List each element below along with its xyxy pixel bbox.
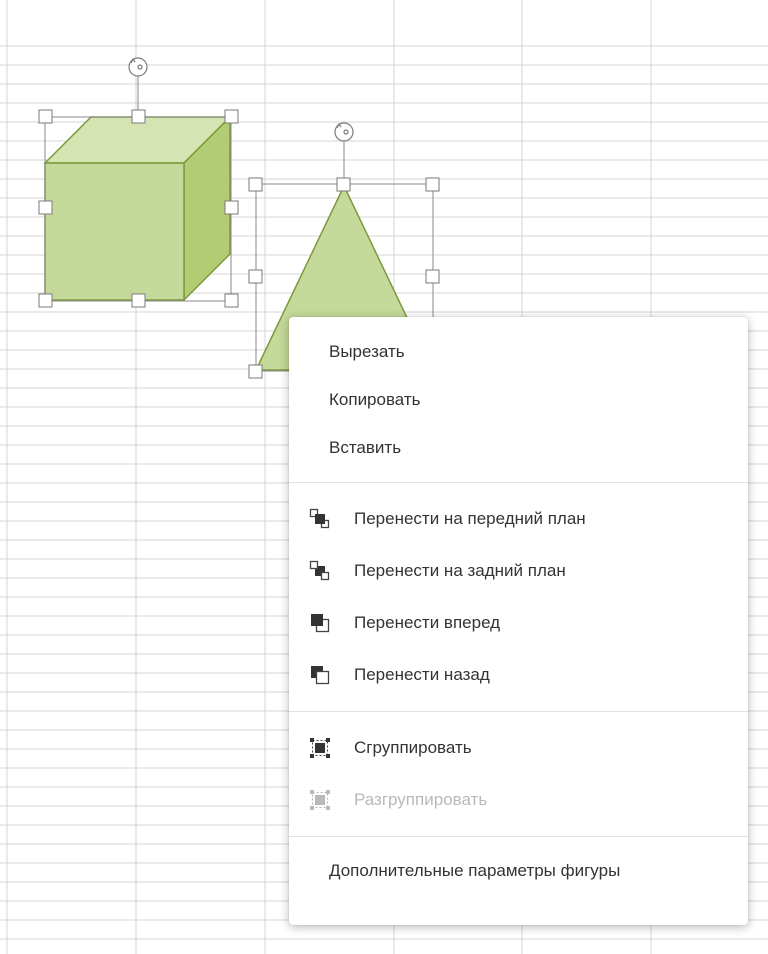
resize-handle[interactable] [425,177,440,192]
menu-item-label: Разгруппировать [354,790,488,809]
resize-handle[interactable] [248,364,263,379]
menu-item-label: Перенести назад [354,665,490,684]
rotate-handle-icon[interactable] [128,57,148,77]
menu-item-bring-to-front[interactable]: Перенести на передний план [289,493,748,545]
resize-handle[interactable] [248,177,263,192]
menu-separator [289,482,748,483]
resize-handle[interactable] [38,200,53,215]
menu-item-label: Перенести на передний план [354,509,586,528]
menu-item-shape-settings[interactable]: Дополнительные параметры фигуры [289,847,748,895]
menu-item-group[interactable]: Сгруппировать [289,722,748,774]
resize-handle[interactable] [224,109,239,124]
send-backward-icon [309,664,331,686]
menu-item-copy[interactable]: Копировать [289,376,748,424]
menu-item-label: Вставить [329,438,402,457]
menu-item-bring-forward[interactable]: Перенести вперед [289,597,748,649]
menu-item-label: Копировать [329,390,421,409]
menu-item-ungroup: Разгруппировать [289,774,748,826]
menu-separator [289,711,748,712]
resize-handle[interactable] [131,109,146,124]
menu-item-label: Дополнительные параметры фигуры [329,861,621,880]
group-icon [309,737,331,759]
menu-item-send-backward[interactable]: Перенести назад [289,649,748,701]
resize-handle[interactable] [224,293,239,308]
resize-handle[interactable] [336,177,351,192]
resize-handle[interactable] [425,269,440,284]
resize-handle[interactable] [248,269,263,284]
resize-handle[interactable] [38,109,53,124]
menu-item-paste[interactable]: Вставить [289,424,748,472]
bring-to-front-icon [309,508,331,530]
menu-item-send-to-back[interactable]: Перенести на задний план [289,545,748,597]
cube-front-face [44,162,185,301]
shape-context-menu: Вырезать Копировать Вставить Перенести н… [289,317,748,925]
menu-item-label: Вырезать [329,342,405,361]
menu-item-label: Перенести на задний план [354,561,566,580]
ungroup-icon [309,789,331,811]
rotate-handle-icon[interactable] [334,122,354,142]
menu-item-cut[interactable]: Вырезать [289,328,748,376]
send-to-back-icon [309,560,331,582]
resize-handle[interactable] [224,200,239,215]
menu-item-label: Перенести вперед [354,613,501,632]
cube-shape[interactable] [43,115,232,302]
bring-forward-icon [309,612,331,634]
menu-item-label: Сгруппировать [354,738,472,757]
resize-handle[interactable] [131,293,146,308]
menu-separator [289,836,748,837]
resize-handle[interactable] [38,293,53,308]
spreadsheet-canvas[interactable]: Вырезать Копировать Вставить Перенести н… [0,0,768,954]
